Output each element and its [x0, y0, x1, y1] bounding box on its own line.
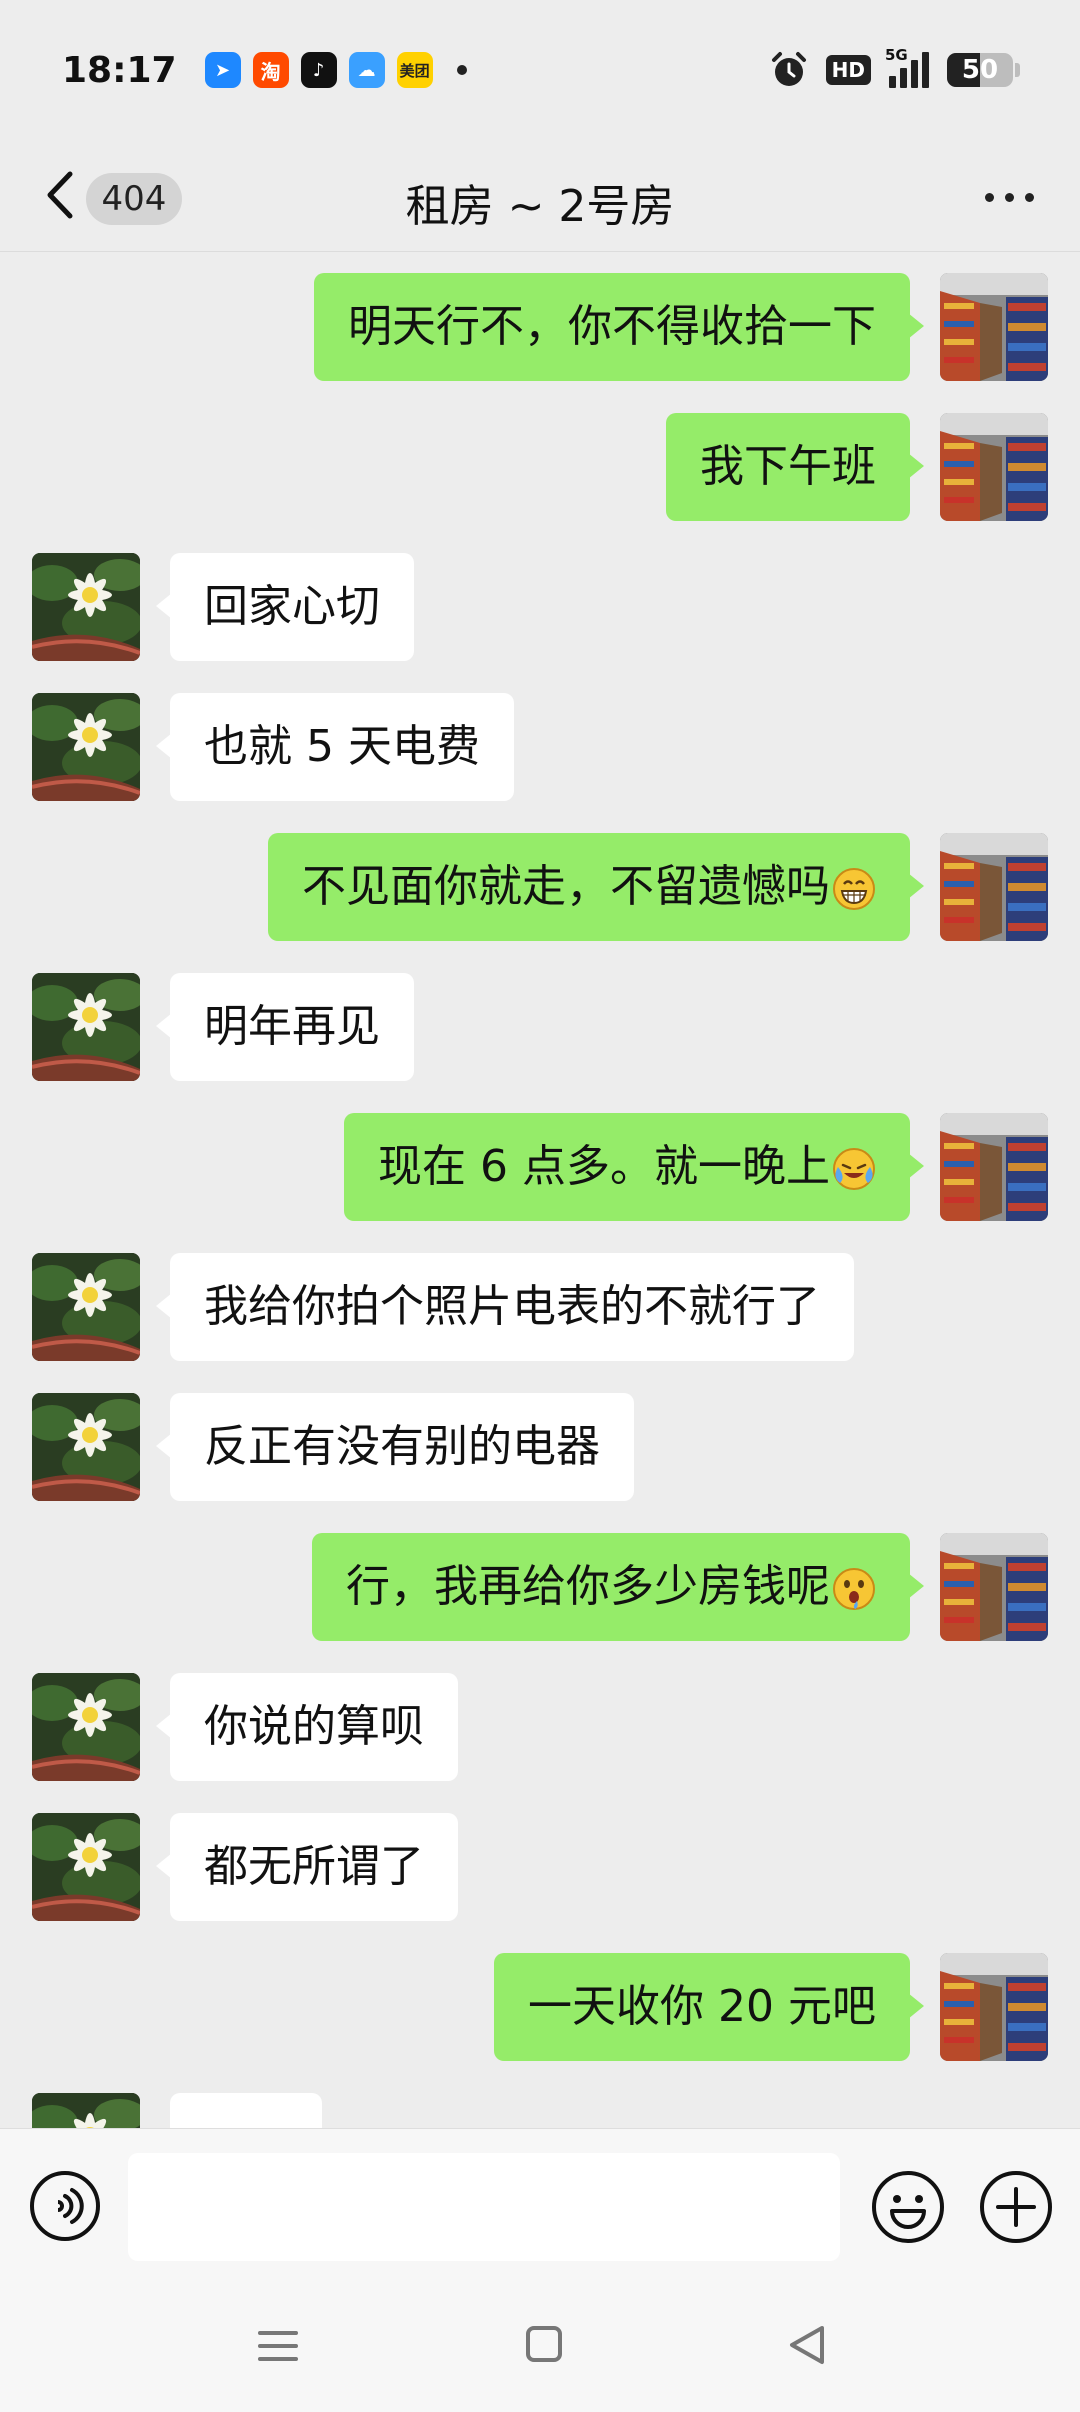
contact-avatar[interactable] [32, 1673, 140, 1781]
message-list[interactable]: 明天行不，你不得收拾一下我下午班回家心切也就 5 天电费不见面你就走，不留遗憾吗… [0, 253, 1080, 2128]
network-label: 5G [885, 46, 908, 64]
message-text: 明天行不，你不得收拾一下 [348, 301, 876, 352]
system-nav-bar [0, 2284, 1080, 2412]
drooling-icon [830, 1561, 876, 1612]
grin-icon [830, 861, 876, 912]
my-avatar[interactable] [940, 1953, 1048, 2061]
message-text: 你说的算呗 [204, 1701, 424, 1752]
contact-avatar[interactable] [32, 553, 140, 661]
more-dots-icon[interactable] [974, 180, 1044, 214]
message-text: 反正有没有别的电器 [204, 1421, 600, 1472]
emoji-icon[interactable] [870, 2169, 946, 2245]
home-icon[interactable] [524, 2324, 564, 2364]
my-avatar[interactable] [940, 833, 1048, 941]
message-input[interactable] [128, 2153, 840, 2261]
contact-avatar[interactable] [32, 1813, 140, 1921]
message-bubble[interactable]: 不见面你就走，不留遗憾吗 [268, 833, 924, 941]
status-time: 18:17 [62, 49, 177, 91]
battery-level: 50 [961, 55, 999, 85]
outgoing-message: 现在 6 点多。就一晚上 [0, 1113, 1080, 1221]
outgoing-message: 不见面你就走，不留遗憾吗 [0, 833, 1080, 941]
message-bubble[interactable]: 也就 5 天电费 [156, 693, 514, 801]
contact-avatar[interactable] [32, 973, 140, 1081]
my-avatar[interactable] [940, 413, 1048, 521]
message-text: 回家心切 [204, 581, 380, 632]
message-bubble[interactable]: 行，我再给你多少房钱呢 [312, 1533, 924, 1641]
incoming-message: 明年再见 [0, 973, 1080, 1081]
menu-icon[interactable] [256, 2324, 300, 2368]
contact-avatar[interactable] [32, 1393, 140, 1501]
incoming-message [0, 2093, 1080, 2128]
incoming-message: 你说的算呗 [0, 1673, 1080, 1781]
input-bar [0, 2128, 1080, 2284]
maps-app-icon: ➤ [204, 52, 241, 88]
message-bubble[interactable]: 我下午班 [666, 413, 924, 521]
message-bubble[interactable]: 一天收你 20 元吧 [494, 1953, 924, 2061]
alarm-icon [771, 52, 806, 86]
chat-title: 租房 ~ 2号房 [405, 181, 675, 232]
contact-avatar[interactable] [32, 693, 140, 801]
outgoing-message: 行，我再给你多少房钱呢 [0, 1533, 1080, 1641]
message-text: 也就 5 天电费 [204, 721, 480, 772]
message-bubble[interactable]: 现在 6 点多。就一晚上 [344, 1113, 924, 1221]
my-avatar[interactable] [940, 1113, 1048, 1221]
message-text: 不见面你就走，不留遗憾吗 [302, 861, 830, 912]
message-bubble[interactable]: 你说的算呗 [156, 1673, 458, 1781]
message-bubble[interactable]: 我给你拍个照片电表的不就行了 [156, 1253, 854, 1361]
incoming-message: 反正有没有别的电器 [0, 1393, 1080, 1501]
incoming-message: 回家心切 [0, 553, 1080, 661]
contact-avatar[interactable] [32, 1253, 140, 1361]
message-text: 一天收你 20 元吧 [528, 1981, 876, 2032]
status-bar: 18:17 ➤ 淘 ♪ ☁ 美团 HD 5G 50 [0, 0, 1080, 140]
message-bubble[interactable]: 明年再见 [156, 973, 414, 1081]
message-bubble[interactable]: 都无所谓了 [156, 1813, 458, 1921]
weather-app-icon: ☁ [348, 52, 385, 88]
message-text: 我给你拍个照片电表的不就行了 [204, 1281, 820, 1332]
message-text: 我下午班 [700, 441, 876, 492]
chat-header: 404 租房 ~ 2号房 [0, 140, 1080, 252]
hd-badge: HD [825, 55, 871, 85]
plus-icon[interactable] [978, 2169, 1054, 2245]
outgoing-message: 我下午班 [0, 413, 1080, 521]
my-avatar[interactable] [940, 273, 1048, 381]
message-text: 行，我再给你多少房钱呢 [346, 1561, 830, 1612]
outgoing-message: 一天收你 20 元吧 [0, 1953, 1080, 2061]
message-bubble[interactable]: 反正有没有别的电器 [156, 1393, 634, 1501]
message-bubble[interactable]: 回家心切 [156, 553, 414, 661]
message-text: 明年再见 [204, 1001, 380, 1052]
notification-icons: ➤ 淘 ♪ ☁ 美团 [204, 52, 467, 88]
back-triangle-icon[interactable] [786, 2322, 830, 2368]
outgoing-message: 明天行不，你不得收拾一下 [0, 273, 1080, 381]
taobao-app-icon: 淘 [252, 52, 289, 88]
signal-icon: 5G [885, 46, 929, 88]
voice-icon[interactable] [28, 2169, 102, 2243]
message-text: 都无所谓了 [204, 1841, 424, 1892]
more-notifications-icon [456, 65, 467, 75]
contact-avatar[interactable] [32, 2093, 140, 2128]
incoming-message: 都无所谓了 [0, 1813, 1080, 1921]
my-avatar[interactable] [940, 1533, 1048, 1641]
incoming-message: 也就 5 天电费 [0, 693, 1080, 801]
meituan-app-icon: 美团 [396, 52, 433, 88]
message-bubble[interactable] [170, 2093, 322, 2128]
message-text: 现在 6 点多。就一晚上 [378, 1141, 830, 1192]
tiktok-app-icon: ♪ [300, 52, 337, 88]
crying-laugh-icon [830, 1141, 876, 1192]
battery-icon: 50 [947, 53, 1020, 87]
message-bubble[interactable]: 明天行不，你不得收拾一下 [314, 273, 924, 381]
incoming-message: 我给你拍个照片电表的不就行了 [0, 1253, 1080, 1361]
